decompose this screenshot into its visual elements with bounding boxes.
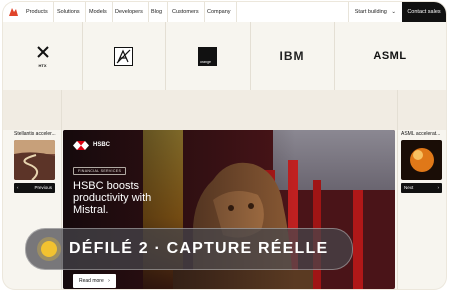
scroll-overlay-badge: DÉFILÉ 2 · CAPTURE RÉELLE	[25, 228, 353, 270]
hero-headline: HSBC boosts productivity with Mistral.	[73, 180, 152, 216]
chevron-down-icon: ⌄	[391, 9, 396, 15]
next-button[interactable]: Next ›	[401, 183, 442, 193]
nav-products[interactable]: Products	[21, 2, 54, 22]
left-card-image[interactable]	[14, 140, 55, 180]
previous-label: Previous	[34, 185, 52, 190]
contact-sales-button[interactable]: Contact sales	[402, 2, 446, 22]
glowing-sphere-icon	[401, 140, 442, 180]
right-card-image[interactable]	[401, 140, 442, 180]
hsbc-brand-text: HSBC	[93, 142, 111, 148]
top-nav: Products Solutions Models Developers Blo…	[3, 2, 446, 23]
logo-cell-asml: ASML	[334, 22, 446, 90]
chevron-right-icon: ›	[437, 185, 440, 190]
customer-logo-strip: HTX orange IBM ASML	[3, 22, 446, 91]
next-label: Next	[404, 185, 414, 190]
hsbc-brand: HSBC	[73, 140, 110, 150]
mistral-logo-icon[interactable]	[9, 8, 18, 16]
grid-divider-right	[397, 90, 398, 289]
industry-tag: FINANCIAL SERVICES	[73, 167, 127, 175]
start-building-label: Start building	[354, 9, 387, 15]
browser-frame: Products Solutions Models Developers Blo…	[3, 2, 446, 289]
logo-cell-htx: HTX	[3, 22, 83, 90]
nav-models[interactable]: Models	[84, 2, 113, 22]
axa-logo-icon	[114, 46, 133, 66]
logo-cell-ibm: IBM	[250, 22, 335, 90]
nav-blog[interactable]: Blog	[146, 2, 169, 22]
left-card-title[interactable]: Stellantis acceler...	[14, 131, 56, 137]
logo-cell-orange: orange	[165, 22, 251, 90]
htx-logo-icon	[36, 45, 49, 58]
nav-solutions[interactable]: Solutions	[52, 2, 86, 22]
status-dot-icon	[41, 241, 57, 257]
orange-logo-icon: orange	[198, 46, 217, 66]
htx-logo-text: HTX	[38, 62, 47, 68]
road-landscape-icon	[14, 140, 55, 180]
previous-button[interactable]: ‹ Previous	[14, 183, 55, 193]
section-spacer	[3, 90, 446, 130]
overlay-caption: DÉFILÉ 2 · CAPTURE RÉELLE	[69, 240, 329, 257]
chevron-left-icon: ‹	[17, 185, 19, 190]
logo-cell-axa	[82, 22, 166, 90]
asml-logo-text: ASML	[373, 50, 407, 62]
chevron-right-icon: ›	[108, 278, 110, 284]
right-card-title[interactable]: ASML accelerat...	[401, 131, 440, 137]
orange-logo-text: orange	[200, 59, 211, 64]
ibm-logo-text: IBM	[279, 49, 305, 63]
nav-customers[interactable]: Customers	[167, 2, 205, 22]
read-more-label: Read more	[79, 278, 104, 284]
read-more-button[interactable]: Read more ›	[73, 274, 116, 288]
start-building-button[interactable]: Start building ⌄	[347, 2, 402, 22]
nav-company[interactable]: Company	[202, 2, 237, 22]
nav-developers[interactable]: Developers	[110, 2, 149, 22]
hsbc-hexagon-icon	[73, 140, 89, 150]
